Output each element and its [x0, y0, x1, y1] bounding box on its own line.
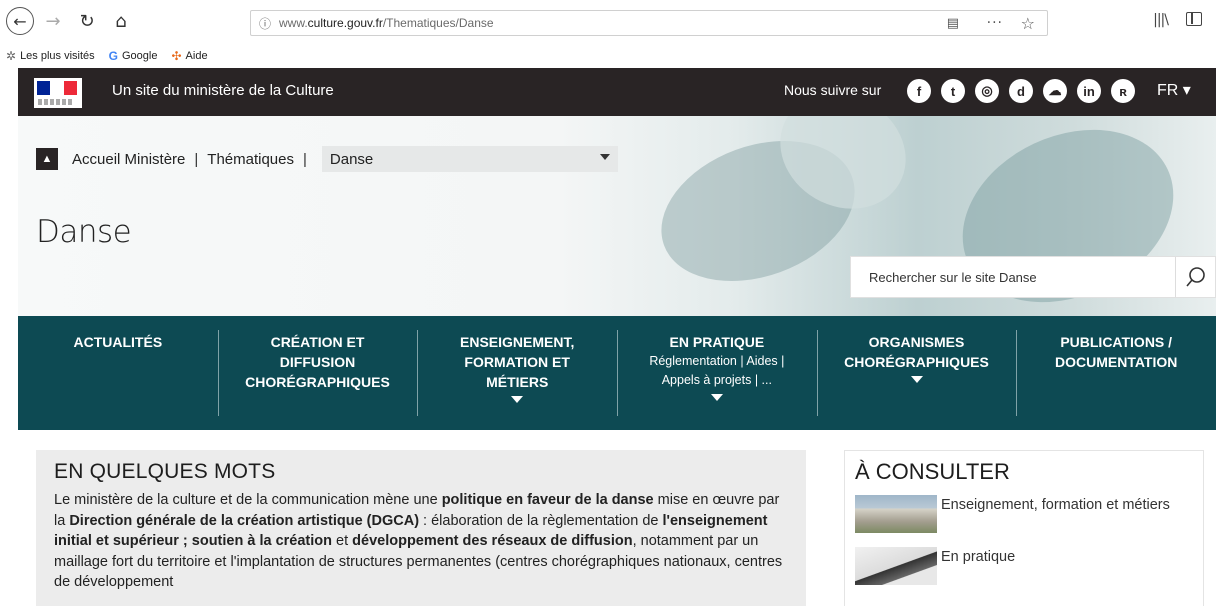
consult-panel: À CONSULTER Enseignement, formation et m… — [844, 450, 1204, 606]
language-selector[interactable]: FR ▾ — [1157, 80, 1191, 100]
library-icon[interactable]: |||\ — [1153, 12, 1169, 28]
nav-creation-diffusion[interactable]: CRÉATION ET DIFFUSION CHORÉGRAPHIQUES — [217, 316, 418, 430]
bookmark-star-icon[interactable]: ☆ — [1021, 14, 1035, 33]
nav-actualites[interactable]: ACTUALITÉS — [18, 316, 218, 430]
home-icon[interactable]: ⌂ — [108, 8, 134, 34]
twitter-icon[interactable]: t — [941, 79, 965, 103]
intro-text: Le ministère de la culture et de la comm… — [54, 492, 783, 590]
ministry-header-bar: Un site du ministère de la Culture Nous … — [18, 68, 1216, 116]
soundcloud-icon[interactable]: ☁ — [1043, 79, 1067, 103]
dailymotion-icon[interactable]: d — [1009, 79, 1033, 103]
reload-icon[interactable]: ↻ — [74, 8, 100, 34]
google-icon: G — [108, 49, 118, 63]
consult-item-enseignement[interactable]: Enseignement, formation et métiers — [855, 495, 1193, 533]
home-icon[interactable]: ▲ — [36, 148, 58, 170]
building-thumbnail — [855, 495, 937, 533]
theme-select[interactable]: Danse — [321, 146, 618, 172]
nav-en-pratique[interactable]: EN PRATIQUE Réglementation | Aides | App… — [617, 316, 817, 430]
consult-heading: À CONSULTER — [855, 459, 1010, 484]
follow-label: Nous suivre sur — [784, 82, 882, 98]
page-title: Danse — [36, 214, 132, 250]
chevron-down-icon — [710, 394, 723, 401]
intro-section: EN QUELQUES MOTS Le ministère de la cult… — [36, 450, 806, 606]
reader-view-icon[interactable]: ▤ — [947, 16, 959, 31]
social-links: f t ◎ d ☁ in ʀ — [907, 79, 1135, 103]
chevron-down-icon — [511, 396, 524, 403]
rss-icon[interactable]: ʀ — [1111, 79, 1135, 103]
instagram-icon[interactable]: ◎ — [975, 79, 999, 103]
bookmark-most-visited[interactable]: ✲ Les plus visités — [6, 49, 95, 63]
intro-heading: EN QUELQUES MOTS — [54, 460, 276, 483]
browser-toolbar: ← → ↻ ⌂ ⓘ www.culture.gouv.fr/Thematique… — [0, 0, 1216, 44]
breadcrumb: ▲ Accueil Ministère | Thématiques | Dans… — [36, 146, 618, 172]
forward-arrow-icon[interactable]: → — [40, 8, 66, 34]
search-input[interactable] — [851, 257, 1167, 297]
republic-logo[interactable] — [34, 78, 82, 108]
breadcrumb-home[interactable]: Accueil Ministère — [72, 151, 185, 168]
back-arrow-icon[interactable]: ← — [6, 7, 34, 35]
gear-icon: ✲ — [6, 49, 17, 63]
url-text[interactable]: www.culture.gouv.fr/Thematiques/Danse — [279, 16, 494, 30]
chevron-down-icon — [910, 376, 923, 383]
info-icon[interactable]: ⓘ — [251, 15, 279, 32]
search-box — [850, 256, 1216, 298]
bookmark-help[interactable]: ✣ Aide — [171, 49, 207, 63]
sidebar-toggle-icon[interactable] — [1186, 12, 1202, 26]
nav-publications[interactable]: PUBLICATIONS / DOCUMENTATION — [1016, 316, 1216, 430]
nav-organismes[interactable]: ORGANISMES CHORÉGRAPHIQUES — [816, 316, 1017, 430]
ministry-link[interactable]: Un site du ministère de la Culture — [112, 82, 334, 99]
hero-banner: ▲ Accueil Ministère | Thématiques | Dans… — [18, 116, 1216, 316]
consult-item-en-pratique[interactable]: En pratique — [855, 547, 1193, 585]
bookmark-google[interactable]: G Google — [109, 49, 158, 63]
main-navigation: ACTUALITÉS CRÉATION ET DIFFUSION CHORÉGR… — [18, 316, 1216, 430]
bookmarks-bar: ✲ Les plus visités G Google ✣ Aide — [0, 44, 1216, 68]
nav-enseignement[interactable]: ENSEIGNEMENT, FORMATION ET MÉTIERS — [417, 316, 617, 430]
linkedin-icon[interactable]: in — [1077, 79, 1101, 103]
search-button[interactable] — [1175, 257, 1215, 297]
search-icon — [1185, 267, 1205, 287]
breadcrumb-thematiques[interactable]: Thématiques — [207, 151, 294, 168]
chevron-down-icon — [599, 154, 610, 160]
pen-thumbnail — [855, 547, 937, 585]
page-actions-icon[interactable]: ··· — [987, 15, 1003, 31]
help-icon: ✣ — [171, 49, 182, 63]
address-bar[interactable]: ⓘ www.culture.gouv.fr/Thematiques/Danse … — [250, 10, 1048, 36]
facebook-icon[interactable]: f — [907, 79, 931, 103]
